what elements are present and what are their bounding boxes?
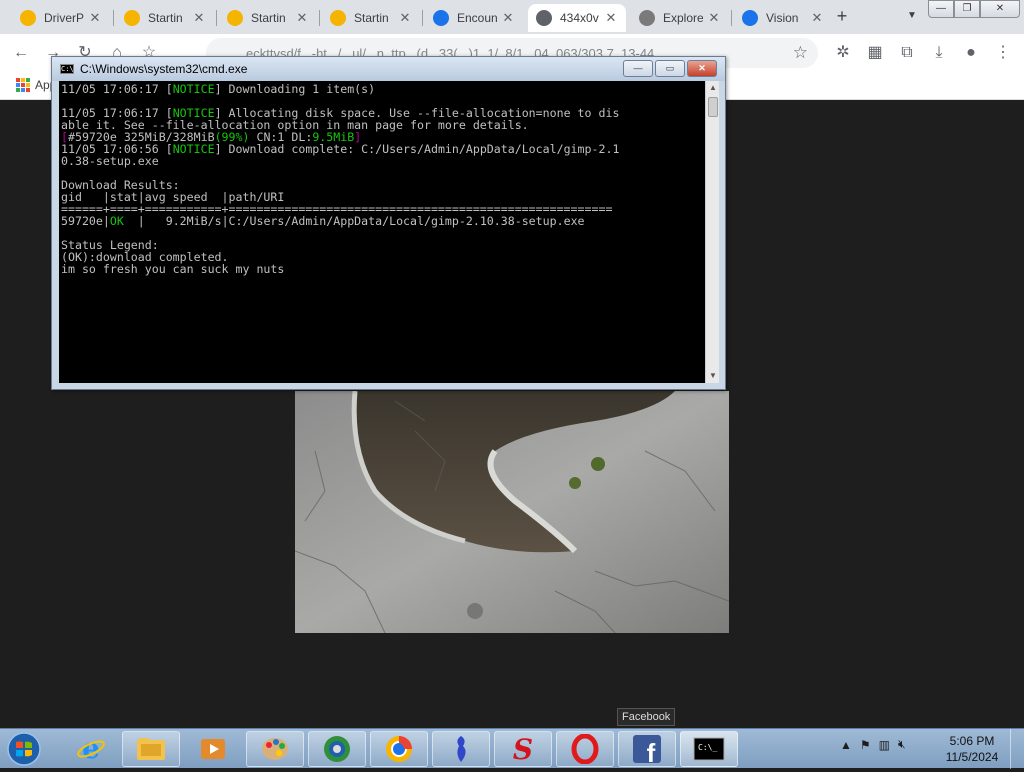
svg-text:C:\_: C:\_ (698, 743, 717, 752)
browser-tab[interactable]: Startin ✕ (219, 4, 317, 32)
cmd-icon: C:\ (60, 64, 74, 74)
tray-expand-icon[interactable]: ▲ (840, 738, 852, 752)
taskbar-clock[interactable]: 5:06 PM 11/5/2024 (940, 733, 1004, 765)
tab-separator (216, 10, 217, 26)
cmd-taskbar-icon[interactable]: C:\_ (680, 731, 738, 767)
apps-grid-icon[interactable] (16, 78, 30, 92)
globe-app-icon[interactable] (308, 731, 366, 767)
scroll-up-icon[interactable]: ▲ (707, 82, 719, 94)
svg-text:S: S (513, 734, 533, 764)
media-player-icon[interactable] (184, 731, 242, 767)
tab-separator (319, 10, 320, 26)
browser-tab-strip: DriverP ✕ Startin ✕ Startin ✕ Startin ✕ Encoun ✕ 4… (0, 0, 1024, 34)
taskbar: e S f C:\_ ▲ ⚑ ▥ 🔇︎ 5:06 PM 11/5/2024 (0, 728, 1024, 769)
tab-favicon-icon (742, 10, 758, 26)
console-output[interactable]: 11/05 17:06:17 [NOTICE] Downloading 1 it… (59, 81, 705, 383)
cmd-minimize-button[interactable]: — (623, 60, 653, 77)
console-line: 11/05 17:06:17 [NOTICE] Downloading 1 it… (61, 82, 376, 96)
svg-text:f: f (647, 738, 656, 764)
browser-tab[interactable]: Vision ✕ (734, 4, 832, 32)
clock-time: 5:06 PM (949, 734, 995, 748)
cmd-titlebar[interactable]: C:\ C:\Windows\system32\cmd.exe — ▭ ✕ (52, 57, 725, 81)
tab-close-icon[interactable]: ✕ (398, 10, 412, 26)
scroll-thumb[interactable] (708, 97, 718, 117)
cmd-window: C:\ C:\Windows\system32\cmd.exe — ▭ ✕ 11… (51, 56, 726, 390)
console-line: 0.38-setup.exe (61, 154, 159, 168)
menu-icon[interactable]: ⋮ (992, 42, 1014, 64)
tab-close-icon[interactable]: ✕ (88, 10, 102, 26)
chrome-canary-icon[interactable] (370, 731, 428, 767)
tab-title: DriverP (44, 11, 84, 25)
tab-search-button[interactable]: ▼ (907, 10, 917, 21)
volume-muted-icon[interactable]: 🔇︎ (898, 737, 906, 752)
tab-separator (113, 10, 114, 26)
tab-title: Startin (354, 11, 389, 25)
cmd-maximize-button[interactable]: ▭ (655, 60, 685, 77)
profile-icon[interactable]: ● (960, 42, 982, 64)
tab-favicon-icon (639, 10, 655, 26)
tab-favicon-icon (124, 10, 140, 26)
taskbar-tooltip: Facebook (617, 708, 676, 726)
extensions-grid-icon[interactable]: ▦ (864, 42, 886, 64)
close-button[interactable]: ✕ (980, 0, 1020, 18)
tab-close-icon[interactable]: ✕ (707, 10, 721, 26)
tab-title: Startin (251, 11, 286, 25)
tab-title: Vision (766, 11, 799, 25)
tab-title: 434x0v (560, 11, 599, 25)
internet-explorer-icon[interactable]: e (62, 731, 120, 767)
paint-icon[interactable] (246, 731, 304, 767)
bookmark-star-icon[interactable]: ☆ (793, 43, 808, 63)
browser-tab[interactable]: DriverP ✕ (12, 4, 110, 32)
action-center-icon[interactable]: ⚑ (860, 738, 871, 752)
tab-separator (731, 10, 732, 26)
svg-text:e: e (82, 734, 100, 764)
browser-window-controls: — ❐ ✕ (928, 0, 1020, 18)
tab-title: Explore (663, 11, 703, 25)
tab-close-icon[interactable]: ✕ (295, 10, 309, 26)
tab-close-icon[interactable]: ✕ (501, 10, 515, 26)
browser-tab[interactable]: Startin ✕ (116, 4, 214, 32)
browser-tab[interactable]: Encoun ✕ (425, 4, 523, 32)
tab-favicon-icon (433, 10, 449, 26)
console-scrollbar[interactable]: ▲ ▼ (705, 81, 719, 383)
start-button[interactable] (4, 731, 44, 767)
cmd-close-button[interactable]: ✕ (687, 60, 717, 77)
extension-icon[interactable]: ✲ (832, 42, 854, 64)
tab-close-icon[interactable]: ✕ (192, 10, 206, 26)
file-explorer-icon[interactable] (122, 731, 180, 767)
cmd-window-controls: — ▭ ✕ (623, 60, 717, 77)
scroll-down-icon[interactable]: ▼ (707, 370, 719, 382)
facebook-icon[interactable]: f (618, 731, 676, 767)
opera-icon[interactable] (556, 731, 614, 767)
new-tab-button[interactable]: + (832, 6, 852, 26)
clock-date: 11/5/2024 (945, 750, 999, 764)
tab-favicon-icon (227, 10, 243, 26)
blue-figure-app-icon[interactable] (432, 731, 490, 767)
tab-favicon-icon (330, 10, 346, 26)
system-tray: ▲ ⚑ ▥ 🔇︎ (840, 737, 906, 752)
browser-tab[interactable]: Startin ✕ (322, 4, 420, 32)
console-line: 59720e|OK | 9.2MiB/s|C:/Users/Admin/AppD… (61, 214, 585, 228)
show-desktop-button[interactable] (1010, 729, 1024, 769)
maximize-button[interactable]: ❐ (954, 0, 980, 18)
tab-favicon-icon (20, 10, 36, 26)
network-icon[interactable]: ▥ (879, 738, 890, 752)
tab-close-icon[interactable]: ✕ (604, 10, 618, 26)
browser-tab[interactable]: 434x0v ✕ (528, 4, 626, 32)
console-line: im so fresh you can suck my nuts (61, 262, 285, 276)
back-icon[interactable]: ← (10, 42, 32, 64)
crop-icon[interactable]: ⧉ (896, 42, 918, 64)
cracked-earth-image (295, 391, 729, 633)
browser-tab[interactable]: Explore ✕ (631, 4, 729, 32)
cmd-title: C:\Windows\system32\cmd.exe (80, 62, 248, 76)
tab-close-icon[interactable]: ✕ (810, 10, 824, 26)
download-icon[interactable]: ⤓ (928, 42, 950, 64)
tab-title: Encoun (457, 11, 497, 25)
superantispyware-icon[interactable]: S (494, 731, 552, 767)
tab-title: Startin (148, 11, 183, 25)
minimize-button[interactable]: — (928, 0, 954, 18)
tab-separator (422, 10, 423, 26)
tab-favicon-icon (536, 10, 552, 26)
